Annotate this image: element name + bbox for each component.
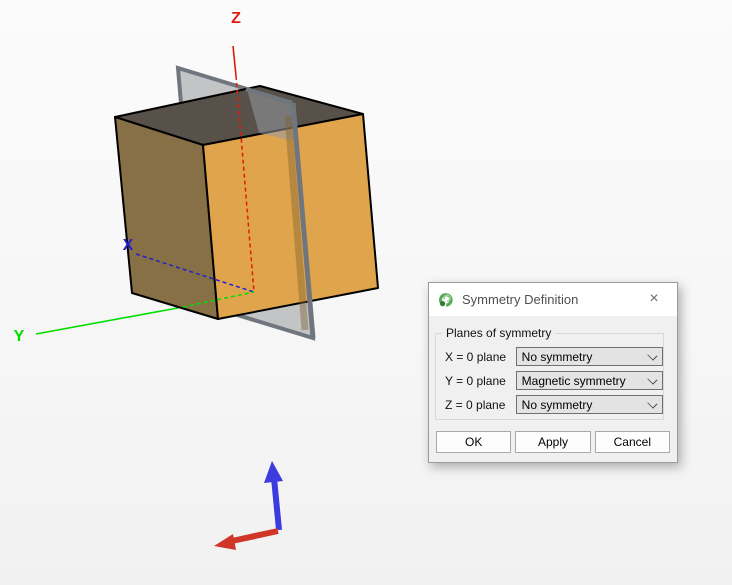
axis-label-x: X — [123, 237, 134, 254]
chevron-down-icon — [647, 373, 658, 385]
axis-label-z: Z — [231, 10, 241, 27]
y-plane-value: Magnetic symmetry — [521, 373, 626, 388]
x-plane-label: X = 0 plane — [445, 349, 507, 364]
groupbox-label: Planes of symmetry — [442, 326, 556, 340]
x-plane-row: X = 0 plane No symmetry — [445, 347, 663, 366]
orientation-triad — [214, 461, 283, 550]
z-axis-line — [232, 45, 237, 77]
y-plane-label: Y = 0 plane — [445, 373, 506, 388]
dialog-titlebar[interactable]: Symmetry Definition × — [429, 283, 677, 317]
z-plane-value: No symmetry — [521, 397, 593, 412]
triad-up-arrow-head — [264, 461, 283, 483]
y-plane-row: Y = 0 plane Magnetic symmetry — [445, 371, 663, 390]
symmetry-definition-icon — [439, 293, 453, 307]
triad-up-arrow-shaft — [271, 477, 282, 531]
triad-left-arrow-head — [214, 534, 236, 550]
z-plane-row: Z = 0 plane No symmetry — [445, 395, 663, 414]
y-plane-dropdown[interactable]: Magnetic symmetry — [515, 371, 663, 390]
close-icon[interactable]: × — [637, 283, 671, 315]
x-plane-value: No symmetry — [521, 349, 593, 364]
planes-of-symmetry-group: Planes of symmetry X = 0 plane No symmet… — [435, 326, 664, 420]
axis-label-y: Y — [14, 328, 25, 345]
z-plane-dropdown[interactable]: No symmetry — [515, 395, 663, 414]
dialog-title: Symmetry Definition — [462, 292, 579, 307]
ok-button[interactable]: OK — [436, 431, 512, 453]
z-plane-label: Z = 0 plane — [445, 397, 506, 412]
chevron-down-icon — [647, 397, 658, 409]
x-plane-dropdown[interactable]: No symmetry — [515, 347, 663, 366]
dialog-button-row: OK Apply Cancel — [436, 431, 670, 453]
y-axis-line — [35, 306, 184, 335]
symmetry-definition-dialog: Symmetry Definition × Planes of symmetry… — [428, 282, 678, 463]
chevron-down-icon — [647, 349, 658, 361]
apply-button[interactable]: Apply — [515, 431, 591, 453]
triad-left-arrow-shaft — [231, 528, 279, 544]
cancel-button[interactable]: Cancel — [594, 431, 670, 453]
